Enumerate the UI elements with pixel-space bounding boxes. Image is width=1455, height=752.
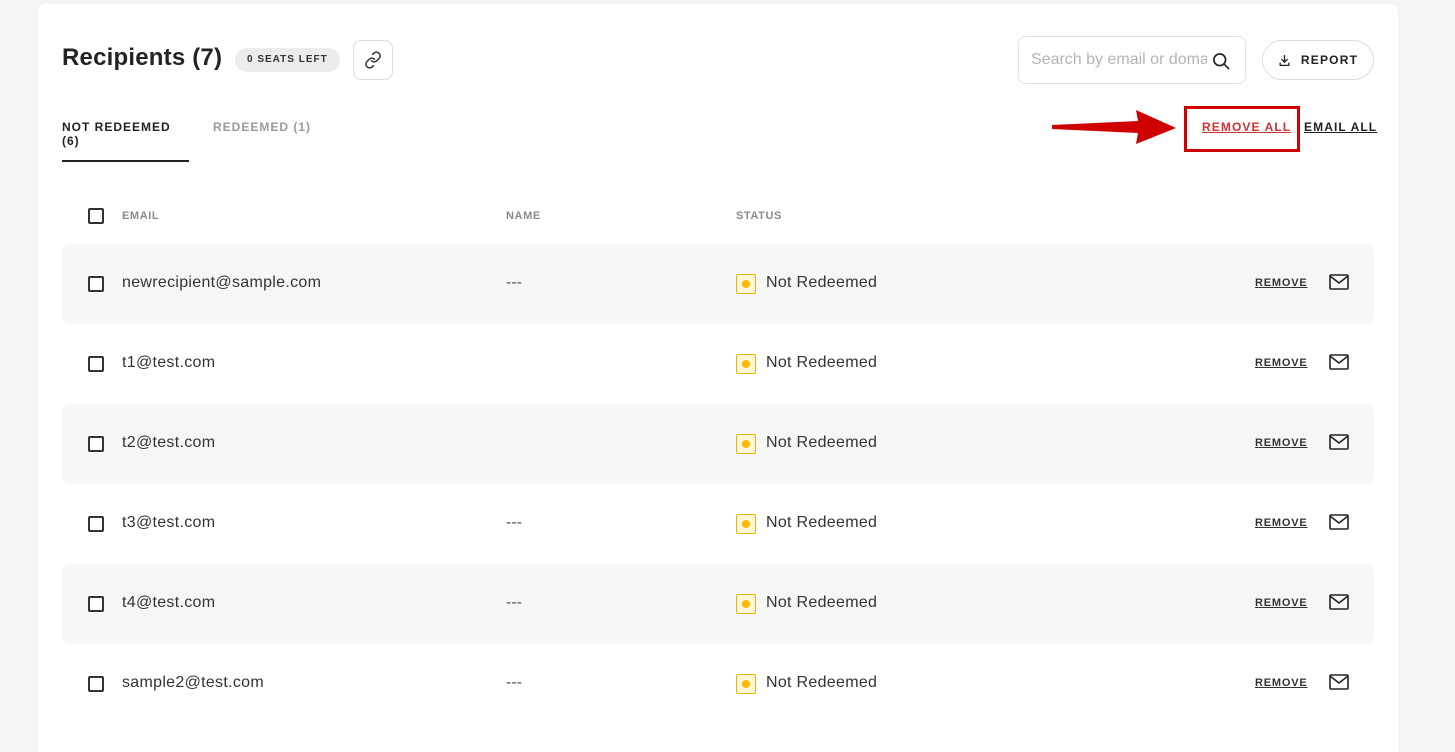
row-checkbox[interactable] [88,516,104,532]
search-box [1018,36,1246,84]
row-name: --- [506,274,522,291]
row-checkbox[interactable] [88,276,104,292]
row-checkbox[interactable] [88,436,104,452]
row-email: t4@test.com [122,594,216,611]
status-indicator-icon [736,354,756,374]
table-row: sample2@test.com --- Not Redeemed REMOVE [62,644,1374,724]
report-label: REPORT [1300,53,1359,67]
remove-link[interactable]: REMOVE [1255,357,1307,369]
tab-redeemed[interactable]: REDEEMED (1) [213,120,311,134]
column-header-name: NAME [506,210,541,222]
table-row: newrecipient@sample.com --- Not Redeemed… [62,244,1374,324]
arrow-annotation [1052,110,1176,144]
row-email: t3@test.com [122,514,216,531]
remove-link[interactable]: REMOVE [1255,677,1307,689]
row-email: sample2@test.com [122,674,264,691]
row-status: Not Redeemed [766,354,878,371]
search-icon[interactable] [1211,51,1231,71]
table-row: t2@test.com Not Redeemed REMOVE [62,404,1374,484]
status-indicator-icon [736,674,756,694]
row-status: Not Redeemed [766,434,878,451]
column-header-status: STATUS [736,210,782,222]
mail-icon[interactable] [1329,674,1349,690]
status-indicator-icon [736,434,756,454]
tab-not-redeemed[interactable]: NOT REDEEMED (6) [62,120,189,162]
row-email: t1@test.com [122,354,216,371]
table-row: t1@test.com Not Redeemed REMOVE [62,324,1374,404]
row-name: --- [506,674,522,691]
select-all-checkbox[interactable] [88,208,104,224]
status-indicator-icon [736,274,756,294]
row-status: Not Redeemed [766,514,878,531]
download-icon [1279,54,1290,66]
remove-link[interactable]: REMOVE [1255,517,1307,529]
row-status: Not Redeemed [766,594,878,611]
row-email: newrecipient@sample.com [122,274,322,291]
link-icon [365,51,381,69]
table-row: t4@test.com --- Not Redeemed REMOVE [62,564,1374,644]
seats-left-badge: 0 SEATS LEFT [235,48,340,72]
status-indicator-icon [736,514,756,534]
copy-link-button[interactable] [353,40,393,80]
mail-icon[interactable] [1329,514,1349,530]
row-email: t2@test.com [122,434,216,451]
search-input[interactable] [1031,37,1207,83]
mail-icon[interactable] [1329,594,1349,610]
row-checkbox[interactable] [88,356,104,372]
email-all-link[interactable]: EMAIL ALL [1304,120,1377,134]
row-name: --- [506,594,522,611]
mail-icon[interactable] [1329,354,1349,370]
mail-icon[interactable] [1329,434,1349,450]
row-name: --- [506,514,522,531]
row-checkbox[interactable] [88,596,104,612]
row-checkbox[interactable] [88,676,104,692]
row-status: Not Redeemed [766,274,878,291]
column-header-email: EMAIL [122,210,160,222]
row-status: Not Redeemed [766,674,878,691]
remove-link[interactable]: REMOVE [1255,597,1307,609]
mail-icon[interactable] [1329,274,1349,290]
remove-all-link[interactable]: REMOVE ALL [1202,120,1291,134]
status-indicator-icon [736,594,756,614]
table-row: t3@test.com --- Not Redeemed REMOVE [62,484,1374,564]
remove-link[interactable]: REMOVE [1255,437,1307,449]
page-title: Recipients (7) [62,44,223,71]
remove-link[interactable]: REMOVE [1255,277,1307,289]
report-button[interactable]: REPORT [1262,40,1374,80]
